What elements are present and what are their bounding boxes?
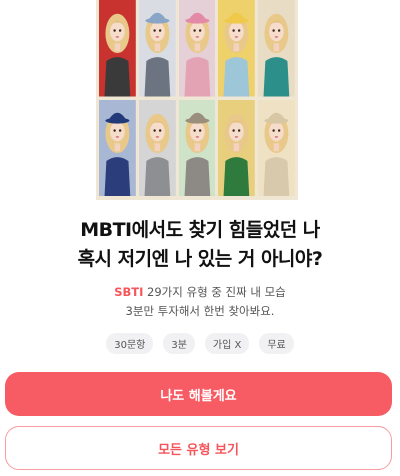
character-tile [258,99,295,196]
character-tile [218,0,256,97]
chip-no-signup: 가입 X [204,333,250,354]
character-tile [138,0,176,97]
chip-duration: 3분 [163,333,195,354]
view-all-types-button[interactable]: 모든 유형 보기 [5,426,392,470]
character-tile [178,0,216,97]
character-tile [138,99,176,196]
character-tile [99,0,136,97]
subtitle-line1: SBTI 29가지 유형 중 진짜 내 모습 [0,284,400,300]
character-tile [218,99,256,196]
chip-questions: 30문항 [106,333,154,354]
start-test-button[interactable]: 나도 해볼게요 [5,372,392,416]
subtitle-line1-text: 29가지 유형 중 진짜 내 모습 [143,285,286,299]
character-tile [258,0,295,97]
subtitle-line2: 3분만 투자해서 한번 찾아봐요. [125,304,275,318]
chip-free: 무료 [259,333,294,354]
character-collage [99,0,295,196]
hero-image [96,0,298,200]
headline-line1: MBTI에서도 찾기 힘들었던 나 [80,219,320,241]
character-tile [178,99,216,196]
character-tile [99,99,136,196]
brand-accent: SBTI [114,285,144,299]
feature-chips: 30문항 3분 가입 X 무료 [0,333,400,354]
headline-line2: 혹시 저기엔 나 있는 거 아니야? [77,248,323,270]
